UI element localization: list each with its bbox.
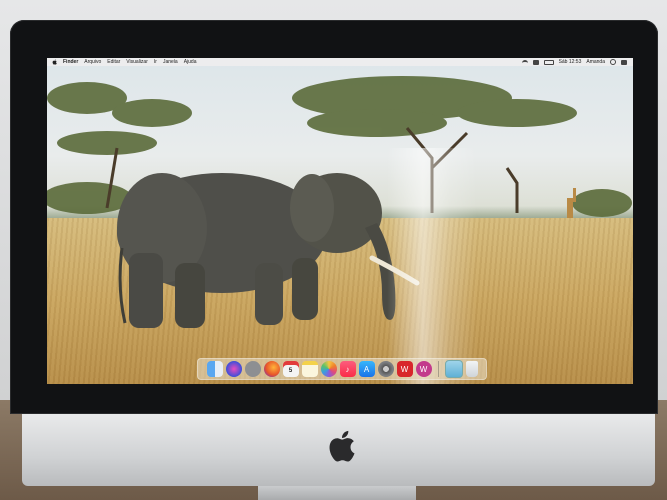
wps-office-icon[interactable]: W	[396, 361, 413, 377]
menu-visualizar[interactable]: Visualizar	[126, 58, 148, 66]
desktop-screen: Finder Arquivo Editar Visualizar Ir Jane…	[47, 58, 633, 384]
imac-stand	[258, 486, 416, 500]
photos-icon[interactable]	[320, 361, 337, 377]
system-preferences-icon[interactable]	[377, 361, 394, 377]
apple-menu-icon[interactable]	[52, 59, 57, 65]
menu-finder[interactable]: Finder	[63, 58, 78, 66]
downloads-folder-icon[interactable]	[444, 360, 463, 378]
menu-arquivo[interactable]: Arquivo	[84, 58, 101, 66]
control-center-icon[interactable]	[621, 59, 627, 65]
siri-icon[interactable]	[225, 361, 242, 377]
menu-janela[interactable]: Janela	[163, 58, 178, 66]
calendar-icon[interactable]: 5	[282, 361, 299, 377]
notes-icon[interactable]	[301, 361, 318, 377]
volume-icon[interactable]	[532, 59, 539, 65]
menu-editar[interactable]: Editar	[107, 58, 120, 66]
screen-glare	[387, 148, 477, 384]
music-icon[interactable]: ♪	[339, 361, 356, 377]
spotlight-search-icon[interactable]	[610, 59, 616, 65]
wps-writer-icon[interactable]: W	[415, 361, 432, 377]
app-store-icon[interactable]: A	[358, 361, 375, 377]
menu-ir[interactable]: Ir	[154, 58, 157, 66]
launchpad-icon[interactable]	[244, 361, 261, 377]
trash-icon[interactable]	[465, 361, 478, 377]
apple-logo-icon	[329, 430, 355, 462]
menu-ajuda[interactable]: Ajuda	[184, 58, 197, 66]
wifi-icon[interactable]	[521, 59, 528, 65]
wps-writer-label: W	[419, 364, 428, 374]
dock: 5 ♪ A W W	[197, 358, 487, 380]
calendar-day: 5	[288, 367, 293, 374]
clock[interactable]: Sáb 12:53	[559, 58, 582, 66]
wps-office-label: W	[400, 364, 409, 374]
dock-separator	[437, 361, 439, 377]
firefox-icon[interactable]	[263, 361, 280, 377]
finder-icon[interactable]	[206, 361, 223, 377]
elephant-wallpaper	[117, 173, 420, 328]
user-menu[interactable]: Amanda	[586, 58, 605, 66]
battery-icon[interactable]	[543, 59, 554, 65]
menu-bar: Finder Arquivo Editar Visualizar Ir Jane…	[47, 58, 633, 66]
